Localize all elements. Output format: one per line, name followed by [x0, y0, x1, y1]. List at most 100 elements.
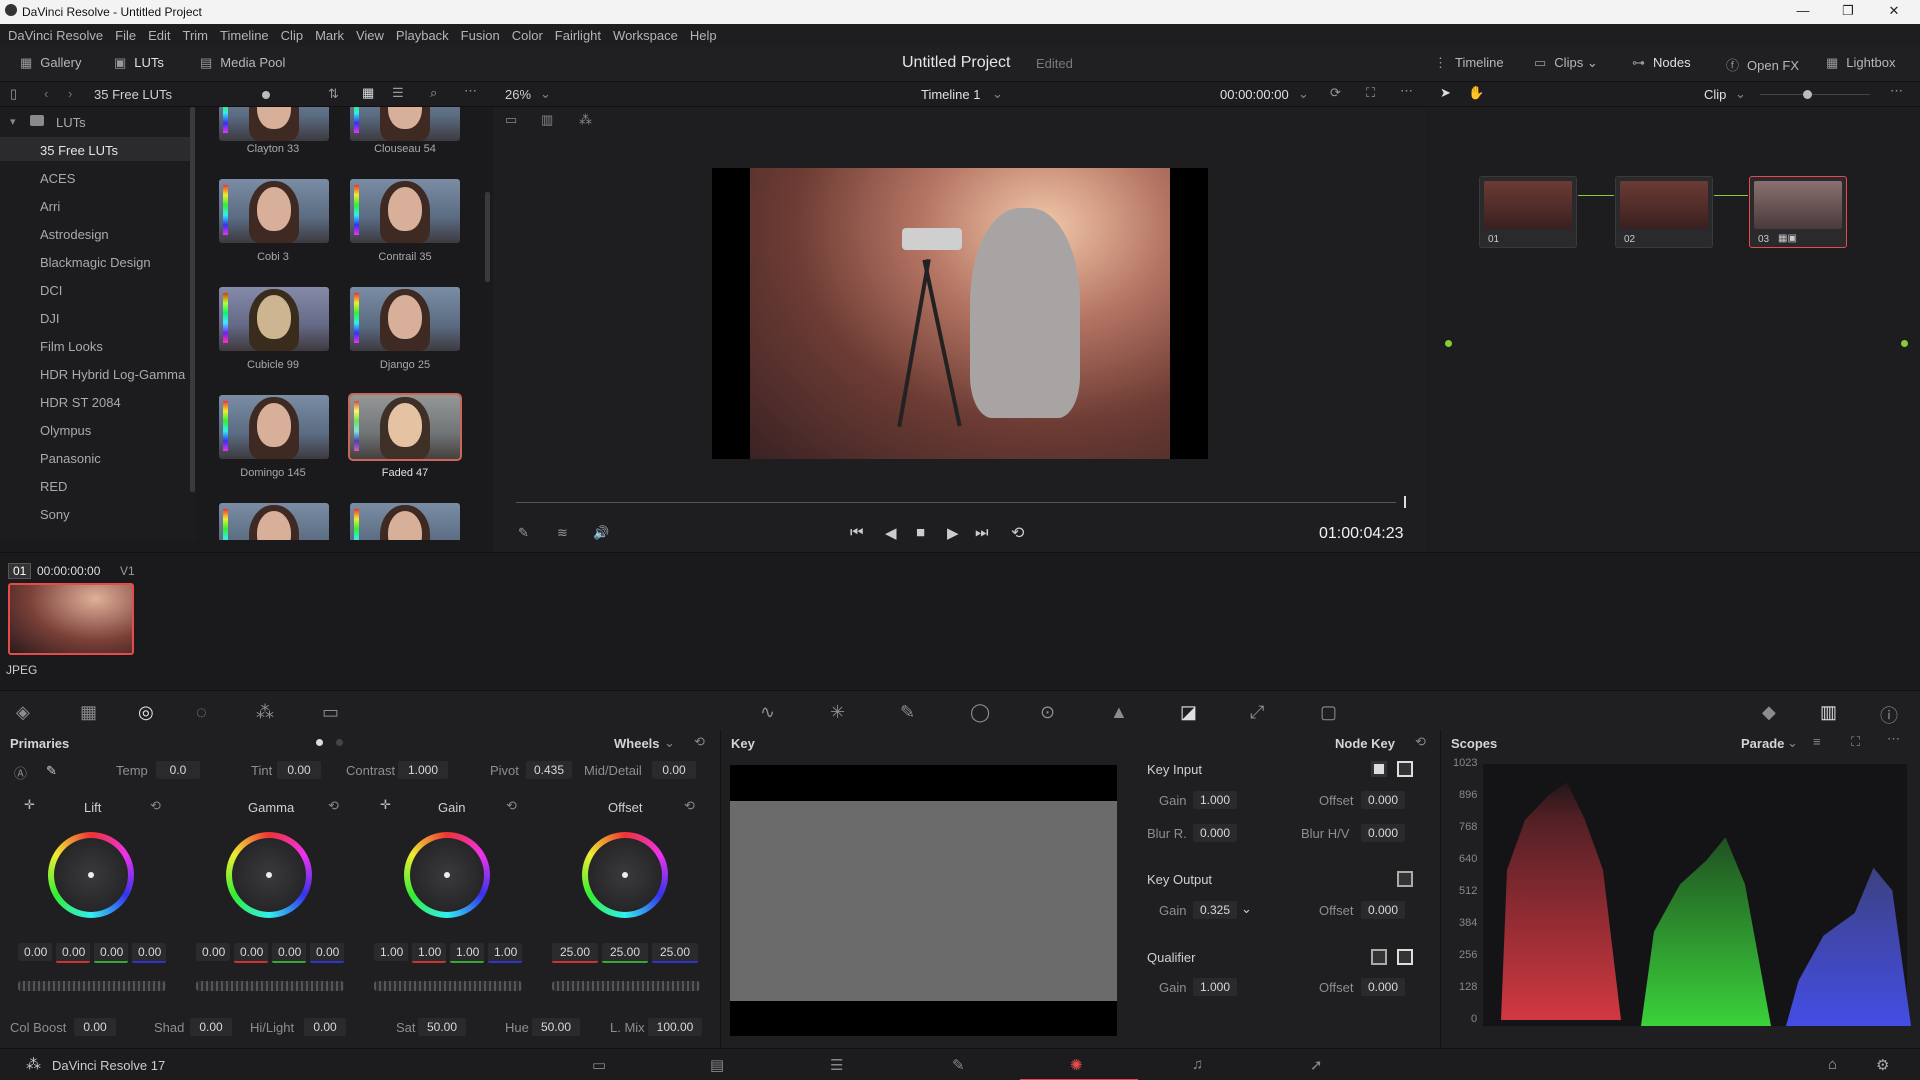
layers-icon[interactable]: ≋	[557, 525, 568, 541]
white-balance-picker-icon[interactable]: ✎	[46, 763, 57, 779]
fairlight-page-icon[interactable]: ♫	[1192, 1056, 1203, 1073]
lut-thumb-faded-selected[interactable]	[348, 393, 462, 461]
menu-timeline[interactable]: Timeline	[220, 28, 269, 43]
curves-icon[interactable]: ∿	[760, 702, 775, 723]
gain-reset-icon[interactable]: ⟲	[506, 798, 517, 814]
eyedropper-icon[interactable]: ✎	[518, 525, 529, 541]
key-input-mask-toggle[interactable]	[1397, 761, 1413, 777]
middetail-field[interactable]: 0.00	[652, 761, 696, 779]
deliver-page-icon[interactable]: ➚	[1310, 1056, 1323, 1074]
lut-item-hlg[interactable]: HDR Hybrid Log-Gamma	[40, 367, 185, 382]
lut-item-hdr-st2084[interactable]: HDR ST 2084	[40, 395, 121, 410]
input-connector[interactable]	[1445, 340, 1452, 347]
qualifier-invert-toggle[interactable]	[1371, 949, 1387, 965]
lut-thumb-clayton[interactable]	[219, 107, 329, 141]
menu-davinci[interactable]: DaVinci Resolve	[8, 28, 103, 43]
q-offset-field[interactable]: 0.000	[1361, 978, 1405, 996]
search-icon[interactable]: ⌕	[430, 85, 437, 101]
node-01[interactable]: 01	[1479, 176, 1577, 248]
loop-icon[interactable]: ⟲	[1011, 523, 1024, 543]
collapse-icon[interactable]: ▾	[10, 115, 16, 128]
sizing-icon[interactable]: ⤢	[1250, 702, 1264, 723]
stop-icon[interactable]: ■	[916, 524, 925, 541]
ko-gain-field[interactable]: 0.325	[1193, 901, 1237, 919]
gamma-g[interactable]: 0.00	[272, 943, 306, 963]
volume-icon[interactable]: 🔊	[593, 525, 609, 541]
timecode-dropdown-icon[interactable]: ⌄	[1298, 86, 1309, 102]
offset-g[interactable]: 25.00	[602, 943, 648, 963]
menu-mark[interactable]: Mark	[315, 28, 344, 43]
lut-thumb-next[interactable]	[350, 503, 460, 540]
lut-item-dji[interactable]: DJI	[40, 311, 60, 326]
blur-r-field[interactable]: 0.000	[1193, 824, 1237, 842]
scope-mode-dropdown-icon[interactable]: ⌄	[1787, 735, 1798, 751]
menu-playback[interactable]: Playback	[396, 28, 449, 43]
lut-item-olympus[interactable]: Olympus	[40, 423, 91, 438]
tracker-icon[interactable]: ⊙	[1040, 702, 1055, 723]
temp-field[interactable]: 0.0	[156, 761, 200, 779]
key-reset-icon[interactable]: ⟲	[1415, 734, 1426, 750]
fusion-page-icon[interactable]: ✎	[952, 1056, 965, 1074]
scope-more-icon[interactable]: ⋯	[1887, 731, 1900, 747]
zoom-level[interactable]: 26%	[505, 87, 531, 102]
openfx-toggle[interactable]: ⓕ Open FX	[1726, 55, 1799, 74]
lift-wheel[interactable]	[48, 832, 134, 918]
node-more-icon[interactable]: ⋯	[1890, 83, 1903, 99]
window-icon[interactable]: ◯	[970, 702, 990, 723]
lut-thumb-django[interactable]	[350, 287, 460, 351]
thumb-grid-scrollbar[interactable]	[485, 192, 490, 282]
luts-button[interactable]: ▣ LUTs	[114, 55, 164, 71]
lut-item-dci[interactable]: DCI	[40, 283, 62, 298]
qualifier-icon[interactable]: ✎	[900, 702, 915, 723]
gamma-master-wheel[interactable]	[196, 981, 344, 991]
color-page-icon[interactable]: ✺	[1070, 1056, 1083, 1074]
colboost-field[interactable]: 0.00	[74, 1018, 116, 1036]
sidebar-toggle-icon[interactable]: ▯	[10, 86, 17, 102]
node-zoom-slider[interactable]	[1803, 90, 1812, 99]
reset-all-icon[interactable]: ⟲	[694, 734, 705, 750]
scope-mode[interactable]: Parade	[1741, 736, 1784, 751]
pivot-field[interactable]: 0.435	[526, 761, 572, 779]
list-view-icon[interactable]: ☰	[392, 85, 404, 101]
lut-item-red[interactable]: RED	[40, 479, 67, 494]
gamma-master[interactable]: 0.00	[196, 943, 230, 961]
gain-r[interactable]: 1.00	[412, 943, 446, 963]
qualifier-mask-toggle[interactable]	[1397, 949, 1413, 965]
more-icon[interactable]: ⋯	[464, 83, 477, 99]
lightbox-toggle[interactable]: ▦ Lightbox	[1826, 55, 1895, 71]
sat-field[interactable]: 50.00	[418, 1018, 466, 1036]
gain-master-wheel[interactable]	[374, 981, 522, 991]
lift-picker-icon[interactable]: ✛	[24, 797, 35, 813]
lut-item-astrodesign[interactable]: Astrodesign	[40, 227, 109, 242]
fullscreen-icon[interactable]: ⛶	[1366, 85, 1375, 101]
auto-balance-icon[interactable]: Ⓐ	[14, 763, 27, 782]
wheels-mode[interactable]: Wheels	[614, 736, 660, 751]
split-view-icon[interactable]: ▥	[541, 112, 553, 128]
gallery-button[interactable]: ▦ Gallery	[20, 55, 81, 71]
lut-tree-scrollbar[interactable]	[190, 107, 195, 492]
media-page-icon[interactable]: ▭	[592, 1056, 606, 1074]
ki-offset-field[interactable]: 0.000	[1361, 791, 1405, 809]
hdr-wheels-icon[interactable]: ◌	[196, 702, 207, 723]
lift-master[interactable]: 0.00	[18, 943, 52, 961]
motion-effects-icon[interactable]: ▭	[322, 702, 339, 723]
clips-toggle[interactable]: ▭ Clips ⌄	[1534, 55, 1598, 71]
skip-start-icon[interactable]: ⏮	[850, 524, 864, 541]
gain-picker-icon[interactable]: ✛	[380, 797, 391, 813]
lut-thumb-domingo[interactable]	[219, 395, 329, 459]
sort-icon[interactable]: ⇅	[328, 86, 339, 102]
sync-icon[interactable]: ⟳	[1330, 85, 1341, 101]
lift-master-wheel[interactable]	[18, 981, 166, 991]
shad-field[interactable]: 0.00	[190, 1018, 232, 1036]
timeline-dropdown-icon[interactable]: ⌄	[992, 86, 1003, 102]
keyframes-icon[interactable]: ◆	[1762, 702, 1776, 723]
ko-offset-field[interactable]: 0.000	[1361, 901, 1405, 919]
lift-b[interactable]: 0.00	[132, 943, 166, 963]
forward-icon[interactable]: ›	[68, 86, 72, 101]
key-input-invert-toggle[interactable]	[1371, 761, 1387, 777]
lut-thumb-cobi[interactable]	[219, 179, 329, 243]
lift-g[interactable]: 0.00	[94, 943, 128, 963]
scope-settings-icon[interactable]: ≡	[1813, 734, 1821, 749]
camera-raw-icon[interactable]: ◈	[16, 702, 30, 723]
3d-icon[interactable]: ▢	[1320, 702, 1337, 723]
